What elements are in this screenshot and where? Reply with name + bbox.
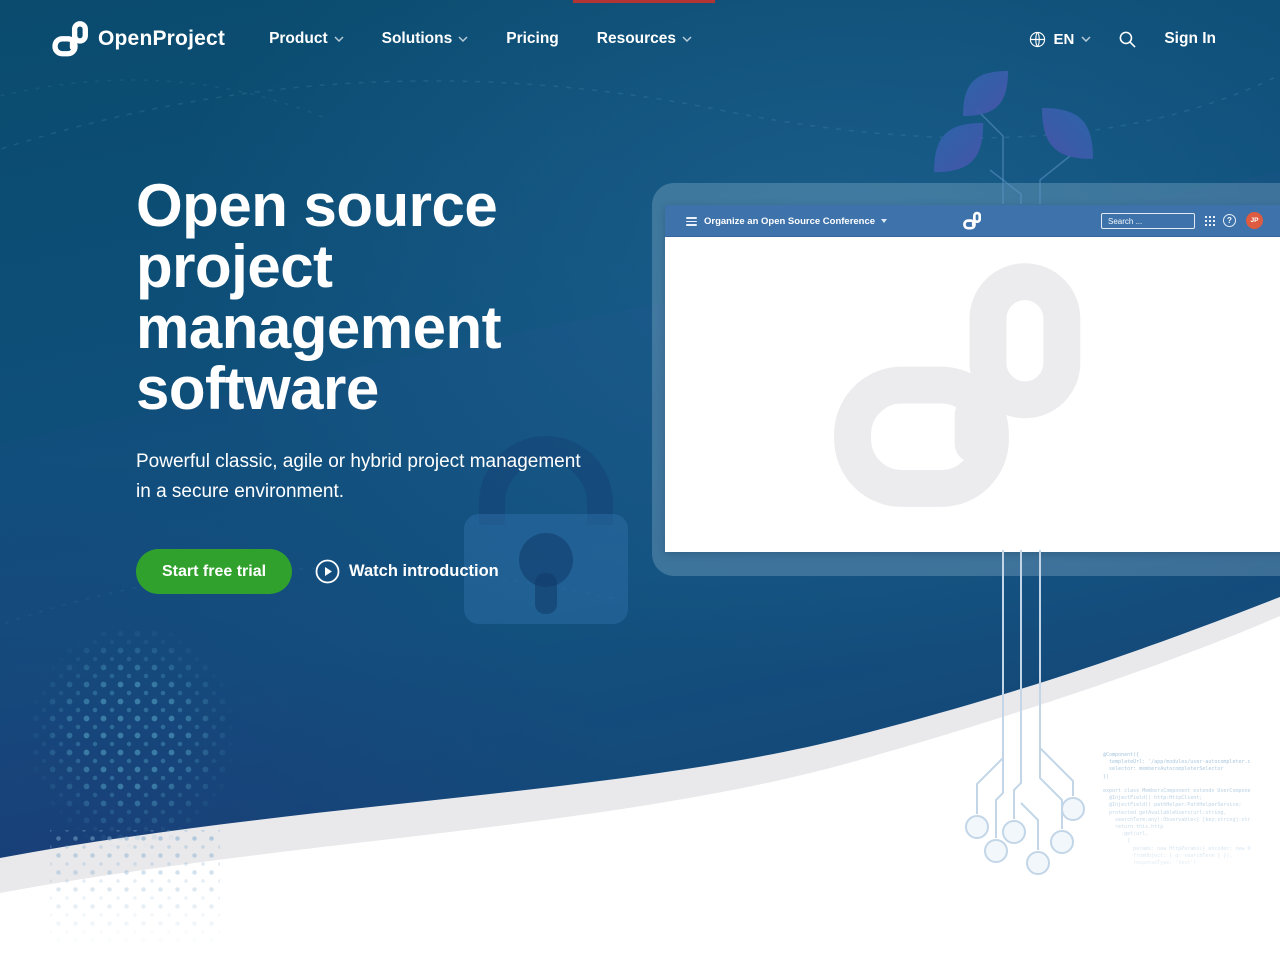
play-icon xyxy=(315,559,340,584)
openproject-landing-page: @Component({ templateUrl: '/app/modules/… xyxy=(0,0,1280,960)
openproject-watermark-icon xyxy=(820,262,1092,518)
chevron-down-icon xyxy=(1081,36,1091,42)
help-icon[interactable]: ? xyxy=(1223,214,1236,227)
globe-icon xyxy=(1029,31,1046,48)
app-window: Organize an Open Source Conference xyxy=(665,205,1280,552)
watch-introduction-button[interactable]: Watch introduction xyxy=(315,559,499,584)
hero-subheading: Powerful classic, agile or hybrid projec… xyxy=(136,447,581,506)
top-navigation: OpenProject Product Solutions Pricing Re… xyxy=(0,0,1280,78)
nav-right-group: EN Sign In xyxy=(1029,30,1216,49)
app-content-area xyxy=(665,237,1280,552)
hero-heading: Open source project management software xyxy=(136,175,581,419)
user-avatar[interactable]: JP xyxy=(1246,212,1263,229)
start-free-trial-button[interactable]: Start free trial xyxy=(136,549,292,594)
openproject-logo-icon xyxy=(52,21,88,58)
apps-grid-icon[interactable] xyxy=(1205,216,1215,226)
nav-item-resources[interactable]: Resources xyxy=(597,30,692,48)
nav-links: Product Solutions Pricing Resources xyxy=(269,30,692,48)
openproject-mark-icon xyxy=(963,211,981,231)
dot-pattern-faded-decoration xyxy=(50,830,220,955)
language-selector[interactable]: EN xyxy=(1029,31,1091,48)
nav-item-solutions[interactable]: Solutions xyxy=(382,30,469,48)
nav-item-product[interactable]: Product xyxy=(269,30,344,48)
chevron-down-icon xyxy=(334,36,344,42)
circuit-traces-decoration xyxy=(950,548,1130,888)
openproject-logo-text: OpenProject xyxy=(98,27,225,51)
hamburger-menu-icon[interactable] xyxy=(686,217,697,228)
app-header-bar: Organize an Open Source Conference xyxy=(665,205,1280,237)
app-search-input[interactable] xyxy=(1101,213,1195,229)
leaves-decoration xyxy=(920,58,1120,208)
project-menu[interactable]: Organize an Open Source Conference xyxy=(704,205,887,237)
project-menu-label: Organize an Open Source Conference xyxy=(704,216,875,227)
app-screenshot-frame: Organize an Open Source Conference xyxy=(652,183,1280,576)
nav-item-pricing[interactable]: Pricing xyxy=(506,30,559,48)
watch-introduction-label: Watch introduction xyxy=(349,562,499,581)
hero-section: Open source project management software … xyxy=(136,175,581,594)
top-red-bar-decoration xyxy=(573,0,715,3)
cta-row: Start free trial Watch introduction xyxy=(136,549,581,594)
sign-in-link[interactable]: Sign In xyxy=(1164,30,1216,48)
chevron-down-icon xyxy=(682,36,692,42)
language-label: EN xyxy=(1053,31,1074,48)
openproject-logo[interactable]: OpenProject xyxy=(52,21,225,58)
search-icon[interactable] xyxy=(1118,30,1137,49)
chevron-down-icon xyxy=(458,36,468,42)
caret-down-icon xyxy=(881,219,887,223)
